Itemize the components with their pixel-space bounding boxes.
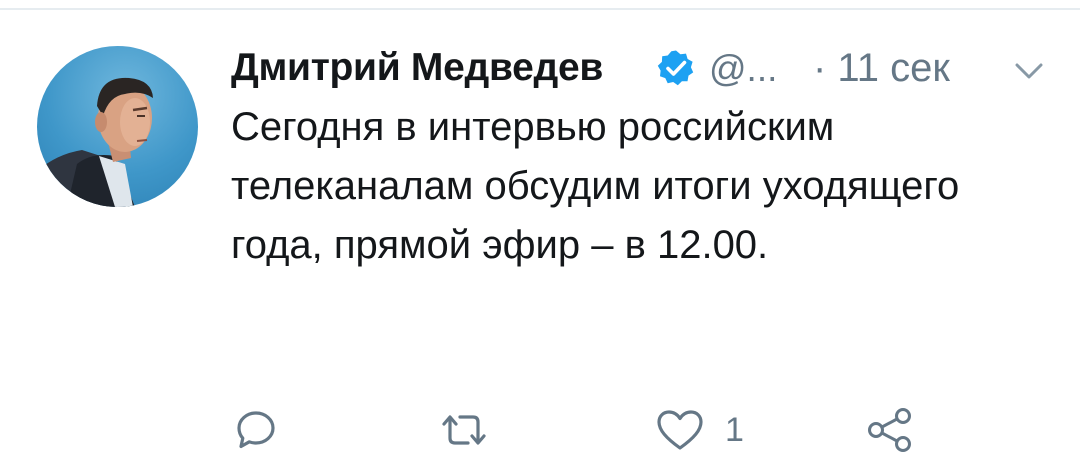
tweet-header: Дмитрий Медведев @... · 11 сек [231,38,1061,98]
timestamp[interactable]: · 11 сек [813,46,950,91]
retweet-icon [436,408,492,452]
reply-button[interactable] [234,400,278,460]
tweet-text: Сегодня в интервью российским телеканала… [231,105,960,267]
verified-badge-icon [657,49,695,87]
share-icon [866,406,914,454]
tweet-actions: 1 [0,400,1080,460]
chevron-down-icon[interactable] [1013,58,1045,84]
divider [0,8,1080,10]
avatar[interactable] [37,46,198,207]
author-handle[interactable]: @... [709,48,777,90]
like-button[interactable]: 1 [655,400,744,460]
author-name[interactable]: Дмитрий Медведев [231,46,603,90]
share-button[interactable] [866,400,914,460]
tweet-card[interactable]: Дмитрий Медведев @... · 11 сек Сегодня в… [0,0,1080,472]
retweet-button[interactable] [436,400,492,460]
like-count: 1 [725,410,744,449]
heart-icon [655,408,705,452]
reply-bubble-icon [234,408,278,452]
